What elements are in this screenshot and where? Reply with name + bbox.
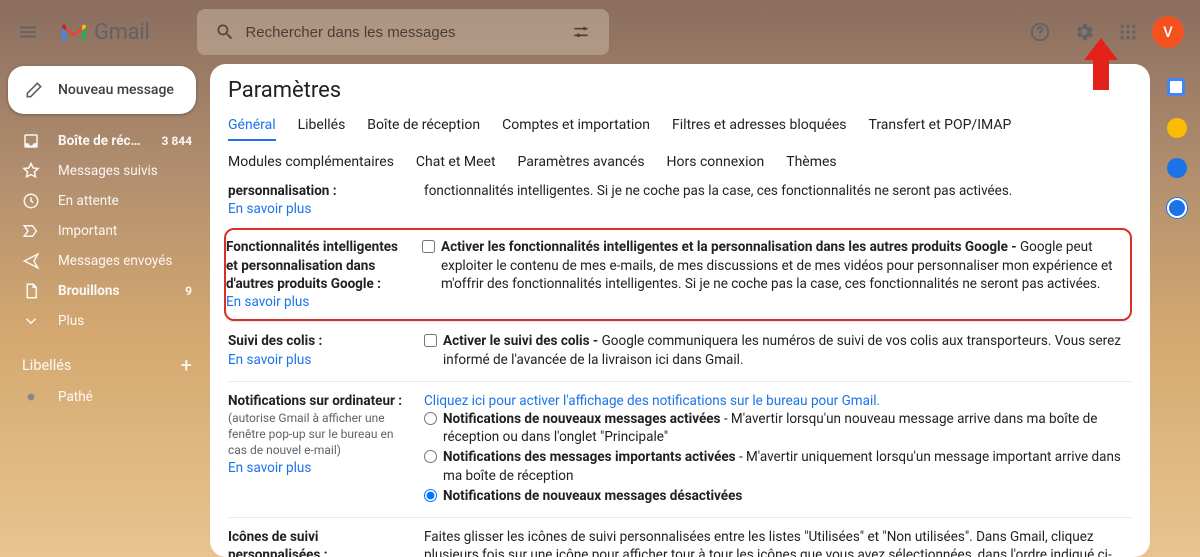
tasks-addon[interactable] <box>1167 158 1187 178</box>
search-input[interactable] <box>245 24 560 41</box>
gmail-m-icon <box>60 21 88 43</box>
notif-radio-off[interactable] <box>424 489 437 502</box>
notif-opt2-row[interactable]: Notifications des messages importants ac… <box>424 448 1132 484</box>
tab-transfert-et-pop-imap[interactable]: Transfert et POP/IMAP <box>869 117 1012 140</box>
setting-notif-title: Notifications sur ordinateur : <box>228 392 406 410</box>
sidebar-item-label: En attente <box>58 193 174 209</box>
enable-desktop-notif-link[interactable]: Cliquez ici pour activer l'affichage des… <box>424 393 880 409</box>
notif-radio-new[interactable] <box>424 412 437 425</box>
learn-more-link[interactable]: En savoir plus <box>228 460 311 476</box>
smart-other-checkbox-row[interactable]: Activer les fonctionnalités intelligente… <box>422 238 1122 293</box>
labels-header: Libellés <box>22 357 71 374</box>
important-icon <box>22 222 40 240</box>
draft-icon <box>22 282 40 300</box>
search-bar[interactable] <box>197 9 608 55</box>
sidebar-item-label: Important <box>58 223 174 239</box>
compose-label: Nouveau message <box>58 82 174 98</box>
search-icon[interactable] <box>205 22 245 42</box>
learn-more-link[interactable]: En savoir plus <box>228 352 311 368</box>
page-title: Paramètres <box>228 78 1132 103</box>
setting-stars-title: Icônes de suivi personnalisées : <box>228 528 406 557</box>
parcel-cb-label: Activer le suivi des colis - <box>443 333 598 349</box>
sidebar-item-label: Messages envoyés <box>58 253 174 269</box>
annotation-arrow <box>1084 38 1118 90</box>
parcel-checkbox[interactable] <box>424 334 437 347</box>
help-icon <box>1029 21 1051 43</box>
smart-other-cb-label: Activer les fonctionnalités intelligente… <box>441 239 1017 255</box>
sidebar-item-1[interactable]: Messages suivis <box>0 156 208 186</box>
calendar-addon[interactable] <box>1167 78 1187 98</box>
setting-perso-title: personnalisation : <box>228 182 406 200</box>
sidebar-item-label: Messages suivis <box>58 163 174 179</box>
gmail-logo[interactable]: Gmail <box>60 20 149 45</box>
sidebar-item-count: 9 <box>185 284 192 298</box>
sent-icon <box>22 252 40 270</box>
sidebar-item-label: Boîte de réce… <box>58 133 143 149</box>
setting-perso-body: fonctionnalités intelligentes. Si je ne … <box>424 182 1132 218</box>
notif-opt1-row[interactable]: Notifications de nouveaux messages activ… <box>424 410 1132 446</box>
setting-parcel-title: Suivi des colis : <box>228 332 406 350</box>
sidebar-item-2[interactable]: En attente <box>0 186 208 216</box>
sidebar-item-4[interactable]: Messages envoyés <box>0 246 208 276</box>
inbox-icon <box>22 132 40 150</box>
tag-icon <box>22 389 40 405</box>
gmail-wordmark: Gmail <box>94 20 149 45</box>
learn-more-link[interactable]: En savoir plus <box>226 294 309 310</box>
sidebar-item-label: Brouillons <box>58 283 167 299</box>
chevron-down-icon <box>22 312 40 330</box>
main-menu-button[interactable] <box>8 12 48 52</box>
tab-modules-compl-mentaires[interactable]: Modules complémentaires <box>228 154 394 170</box>
tab-filtres-et-adresses-bloqu-es[interactable]: Filtres et adresses bloquées <box>672 117 846 140</box>
sidebar-item-5[interactable]: Brouillons 9 <box>0 276 208 306</box>
notif-opt3-row[interactable]: Notifications de nouveaux messages désac… <box>424 487 1132 505</box>
apps-grid-icon <box>1118 22 1138 42</box>
tab-bo-te-de-r-ception[interactable]: Boîte de réception <box>367 117 480 140</box>
sidebar-item-label: Plus <box>58 313 174 329</box>
star-icon <box>22 162 40 180</box>
notif-radio-important[interactable] <box>424 450 437 463</box>
tab-hors-connexion[interactable]: Hors connexion <box>667 154 765 170</box>
stars-body-strong: Faites glisser les icônes de suivi perso… <box>424 529 973 545</box>
hamburger-icon <box>17 21 39 43</box>
support-button[interactable] <box>1020 12 1060 52</box>
setting-smart-other-title: Fonctionnalités intelligentes et personn… <box>226 238 404 293</box>
compose-button[interactable]: Nouveau message <box>8 66 196 114</box>
clock-icon <box>22 192 40 210</box>
sidebar-label-text: Pathé <box>58 389 192 405</box>
keep-addon[interactable] <box>1167 118 1187 138</box>
search-options-icon[interactable] <box>561 22 601 42</box>
setting-notif-sub: (autorise Gmail à afficher une fenêtre p… <box>228 410 406 459</box>
tab-param-tres-avanc-s[interactable]: Paramètres avancés <box>518 154 645 170</box>
smart-other-checkbox[interactable] <box>422 240 435 253</box>
sidebar-item-6[interactable]: Plus <box>0 306 208 336</box>
parcel-checkbox-row[interactable]: Activer le suivi des colis - Google comm… <box>424 332 1132 368</box>
tab-chat-et-meet[interactable]: Chat et Meet <box>416 154 496 170</box>
sidebar-item-count: 3 844 <box>161 134 192 148</box>
tab-g-n-ral[interactable]: Général <box>228 117 276 141</box>
tab-libell-s[interactable]: Libellés <box>298 117 346 140</box>
sidebar-item-0[interactable]: Boîte de réce… 3 844 <box>0 126 208 156</box>
sidebar-item-3[interactable]: Important <box>0 216 208 246</box>
tab-th-mes[interactable]: Thèmes <box>786 154 836 170</box>
add-label-button[interactable]: + <box>181 353 192 377</box>
tab-comptes-et-importation[interactable]: Comptes et importation <box>502 117 650 140</box>
learn-more-link[interactable]: En savoir plus <box>228 201 311 217</box>
account-avatar[interactable]: V <box>1152 16 1184 48</box>
contacts-addon[interactable] <box>1167 198 1187 218</box>
sidebar-label-0[interactable]: Pathé <box>0 382 208 412</box>
pencil-icon <box>24 80 44 100</box>
